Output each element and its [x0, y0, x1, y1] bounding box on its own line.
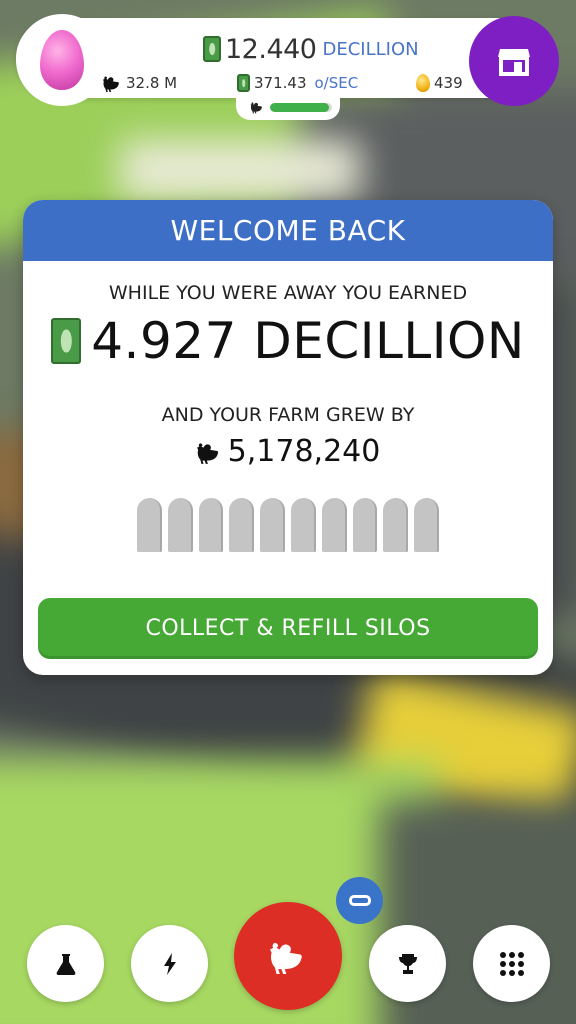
silo-icon [290, 498, 316, 552]
silo-icon [198, 498, 224, 552]
research-button[interactable] [27, 925, 104, 1002]
silo-icon [137, 498, 162, 552]
earning-rate: 371.43 o/SEC [237, 72, 358, 94]
silo-icon [321, 498, 347, 552]
rate-unit: o/SEC [314, 74, 359, 92]
dialog-title: WELCOME BACK [23, 200, 553, 261]
welcome-back-dialog: WELCOME BACK WHILE YOU WERE AWAY YOU EAR… [23, 200, 553, 675]
earned-amount: 4.927 DECILLION [23, 312, 553, 370]
golden-egg-value: 439 [434, 74, 463, 92]
shop-button[interactable] [469, 16, 559, 106]
away-earnings-label: WHILE YOU WERE AWAY YOU EARNED [108, 282, 468, 304]
pink-egg-icon [40, 30, 84, 90]
cash-icon [51, 318, 82, 364]
video-icon [348, 895, 371, 906]
earned-value: 4.927 DECILLION [91, 312, 525, 370]
golden-egg-icon [416, 74, 430, 92]
silo-icon [383, 498, 409, 552]
silo-icon [167, 498, 193, 552]
grid-icon [499, 951, 524, 976]
shop-icon [498, 49, 530, 76]
silo-icon [414, 498, 439, 552]
money-unit: DECILLION [322, 38, 419, 60]
silo-icon [229, 498, 255, 552]
silo-icon [352, 498, 378, 552]
cash-icon [237, 74, 250, 92]
chicken-count-value: 32.8 M [126, 74, 178, 92]
chicken-count: 32.8 M [102, 72, 177, 94]
chicken-icon [103, 76, 119, 92]
collect-refill-button[interactable]: COLLECT & REFILL SILOS [38, 598, 538, 659]
video-ad-badge[interactable] [336, 877, 383, 924]
money-display: 12.440 DECILLION [203, 32, 419, 66]
golden-egg-count: 439 [416, 72, 463, 94]
farm-growth-label: AND YOUR FARM GREW BY [161, 404, 415, 426]
flask-icon [56, 953, 75, 975]
trophy-icon [398, 953, 417, 974]
chicken-icon [196, 442, 218, 464]
farm-progress [236, 94, 340, 120]
egg-type-button[interactable] [16, 14, 108, 106]
chicken-icon [270, 942, 302, 974]
rate-value: 371.43 [254, 74, 307, 92]
trophy-button[interactable] [369, 925, 446, 1002]
farm-growth-amount: 5,178,240 [23, 434, 553, 469]
lightning-icon [163, 952, 176, 975]
farm-growth-value: 5,178,240 [227, 434, 381, 469]
hatch-chicken-button[interactable] [234, 902, 342, 1010]
progress-bar [270, 102, 332, 112]
progress-fill [270, 102, 329, 112]
chick-icon [250, 102, 262, 114]
silo-row [137, 498, 439, 552]
money-value: 12.440 [225, 33, 317, 65]
boost-button[interactable] [131, 925, 208, 1002]
silo-icon [260, 498, 285, 552]
menu-button[interactable] [473, 925, 550, 1002]
cash-icon [203, 36, 221, 62]
